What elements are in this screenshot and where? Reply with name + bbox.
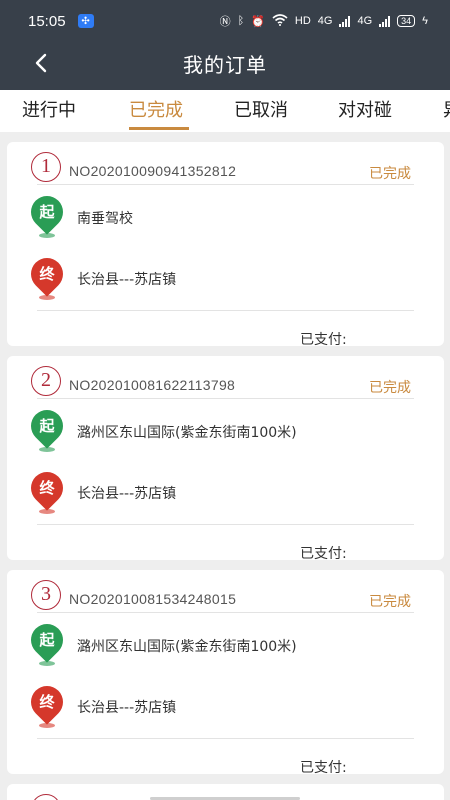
start-address: 潞州区东山国际(紫金东街南100米) <box>77 425 297 441</box>
start-pin-icon: 起 <box>24 403 70 454</box>
tab-abnormal[interactable]: 异 <box>443 90 450 132</box>
order-index-badge: 3 <box>31 580 61 610</box>
order-index-badge <box>31 794 61 800</box>
app-header: 15:05 ✣ Ⓝ ᛒ ⏰ HD 4G 4G 34 ϟ 我的订单 <box>0 0 450 90</box>
chevron-left-icon <box>35 53 47 73</box>
battery-icon: 34 <box>397 15 416 27</box>
order-tabs: 进行中 已完成 已取消 对对碰 异 <box>0 90 450 132</box>
tab-completed[interactable]: 已完成 <box>129 90 183 132</box>
start-address: 南垂驾校 <box>77 211 133 227</box>
start-pin-icon: 起 <box>24 617 70 668</box>
tab-in-progress[interactable]: 进行中 <box>22 90 76 132</box>
nfc-icon: Ⓝ <box>219 16 231 28</box>
order-number: NO202010081622113798 <box>69 377 236 393</box>
paid-label: 已支付: <box>300 760 347 776</box>
order-index-badge: 2 <box>31 366 61 396</box>
order-status: 已完成 <box>369 380 411 396</box>
end-pin-icon: 终 <box>24 251 70 302</box>
order-status: 已完成 <box>369 166 411 182</box>
end-pin-icon: 终 <box>24 679 70 730</box>
divider <box>37 398 414 399</box>
end-address: 长治县---苏店镇 <box>77 700 177 716</box>
wifi-icon <box>272 13 288 29</box>
divider <box>37 738 414 739</box>
divider <box>37 612 414 613</box>
paid-label: 已支付: <box>300 332 347 348</box>
order-number: NO202010081534248015 <box>69 591 237 607</box>
tab-duiduipeng[interactable]: 对对碰 <box>338 90 392 132</box>
signal-1-label: 4G <box>317 15 333 27</box>
start-address: 潞州区东山国际(紫金东街南100米) <box>77 639 297 655</box>
status-icons: Ⓝ ᛒ ⏰ HD 4G 4G 34 ϟ <box>220 13 428 29</box>
signal-2-label: 4G <box>357 15 373 27</box>
end-pin-icon: 终 <box>24 465 70 516</box>
hd-indicator: HD <box>294 15 311 27</box>
end-address: 长治县---苏店镇 <box>77 486 177 502</box>
tab-cancelled[interactable]: 已取消 <box>234 90 288 132</box>
start-pin-icon: 起 <box>24 189 70 240</box>
divider <box>37 524 414 525</box>
bluetooth-icon: ᛒ <box>237 15 245 27</box>
order-card[interactable]: 2 NO202010081622113798 已完成 起 潞州区东山国际(紫金东… <box>7 356 444 562</box>
order-status: 已完成 <box>369 594 411 610</box>
page-title: 我的订单 <box>183 52 267 77</box>
nav-bar: 我的订单 <box>0 42 450 90</box>
order-index-badge: 1 <box>31 152 61 182</box>
order-card[interactable]: 1 NO202010090941352812 已完成 起 南垂驾校 终 长治县-… <box>7 142 444 348</box>
charging-icon: ϟ <box>422 15 428 27</box>
back-button[interactable] <box>26 48 56 78</box>
order-number: NO202010090941352812 <box>69 163 237 179</box>
notification-icon: ✣ <box>77 14 94 28</box>
status-bar: 15:05 ✣ Ⓝ ᛒ ⏰ HD 4G 4G 34 ϟ <box>0 0 450 42</box>
paid-label: 已支付: <box>300 546 347 562</box>
active-tab-indicator <box>129 127 189 130</box>
end-address: 长治县---苏店镇 <box>77 272 177 288</box>
order-card[interactable]: 3 NO202010081534248015 已完成 起 潞州区东山国际(紫金东… <box>7 570 444 776</box>
status-time: 15:05 <box>28 12 66 30</box>
divider <box>37 310 414 311</box>
alarm-icon: ⏰ <box>251 15 265 28</box>
signal-bars-icon-2 <box>379 15 391 27</box>
divider <box>37 184 414 185</box>
signal-bars-icon <box>339 15 351 27</box>
